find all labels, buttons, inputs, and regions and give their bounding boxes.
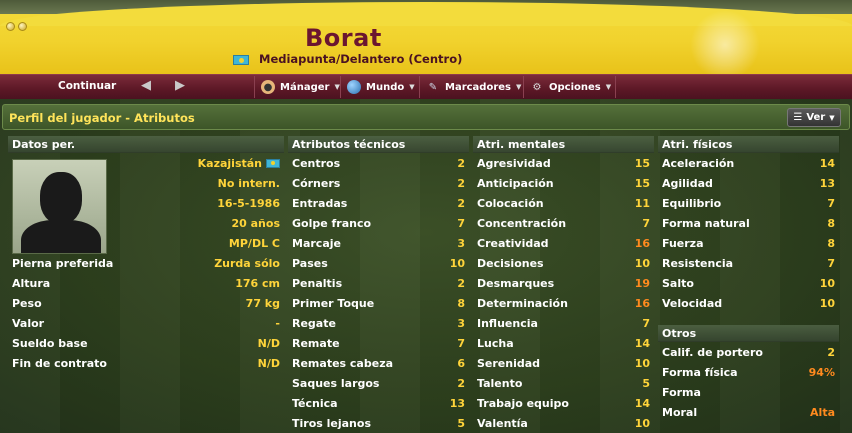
attribute-row: Decisiones 10 [477,256,650,270]
attribute-row: Regate 3 [292,316,465,330]
list-item: Pierna preferida Zurda sólo [12,256,280,270]
list-item: Sueldo base N/D [12,336,280,350]
menu-manager[interactable]: ● Mánager ▼ [254,76,346,98]
attribute-row: Técnica 13 [292,396,465,410]
player-photo-placeholder [12,159,107,254]
panel-title: Perfil del jugador - Atributos [9,111,195,125]
attribute-row: Centros 2 [292,156,465,170]
ver-button[interactable]: ☰ Ver ▼ [787,108,841,127]
attribute-row: Anticipación 15 [477,176,650,190]
attribute-row: Agresividad 15 [477,156,650,170]
manager-icon: ● [261,80,275,94]
menu-manager-label: Mánager [280,81,330,93]
window-controls [6,22,27,31]
toolbar-divider [615,76,625,98]
gears-icon: ⚙ [532,81,542,93]
mental-column: Atri. mentales Agresividad 15 Anticipació… [473,136,654,433]
arrow-left-icon[interactable]: ◀ [139,78,153,94]
attribute-row: Salto 10 [662,276,835,290]
list-item: Altura 176 cm [12,276,280,290]
list-item: Fin de contrato N/D [12,356,280,370]
age-value: 20 años [231,216,281,230]
attribute-row: Desmarques 19 [477,276,650,290]
attribute-row: Marcaje 3 [292,236,465,250]
menu-marcadores-label: Marcadores [445,81,512,93]
attribute-row: Resistencia 7 [662,256,835,270]
chevron-down-icon: ▼ [409,83,415,91]
attribute-row: Agilidad 13 [662,176,835,190]
attribute-row: Lucha 14 [477,336,650,350]
birthdate-value: 16-5-1986 [217,196,280,210]
mental-heading: Atri. mentales [473,136,654,153]
attribute-row: Forma natural 8 [662,216,835,230]
continue-button[interactable]: Continuar [58,80,116,92]
menu-mundo[interactable]: Mundo ▼ [340,76,421,98]
menu-marcadores[interactable]: ✎ Marcadores ▼ [419,76,527,98]
attribute-row: Colocación 11 [477,196,650,210]
player-name: Borat [305,24,382,52]
physical-heading: Atri. físicos [658,136,839,153]
attribute-row: Forma [662,385,701,399]
attribute-row: Determinación 16 [477,296,650,310]
ver-button-label: Ver [806,112,826,123]
attribute-row: Penaltis 2 [292,276,465,290]
menu-opciones-label: Opciones [549,81,601,93]
attribute-row: Velocidad 10 [662,296,835,310]
kazakhstan-flag-icon [233,55,249,65]
international-value: No intern. [217,176,280,190]
attribute-row: Fuerza 8 [662,236,835,250]
physical-column: Atri. físicos Aceleración 14 Agilidad 13 E… [658,136,839,422]
attribute-row: Córners 2 [292,176,465,190]
list-icon: ☰ [793,112,803,123]
technical-column: Atributos técnicos Centros 2 Córners 2 Ent… [288,136,469,433]
attribute-row: Valentía 10 [477,416,650,430]
panel-header: Perfil del jugador - Atributos ☰ Ver ▼ [2,104,850,130]
attribute-row: Talento 5 [477,376,650,390]
chevron-down-icon: ▼ [605,83,612,91]
attribute-row: Golpe franco 7 [292,216,465,230]
window-dot-icon[interactable] [18,22,27,31]
attribute-row: Forma física 94% [662,365,835,379]
attribute-row: Aceleración 14 [662,156,835,170]
attribute-row: Tiros lejanos 5 [292,416,465,430]
attribute-row: Entradas 2 [292,196,465,210]
attribute-row: Primer Toque 8 [292,296,465,310]
list-item: Peso 77 kg [12,296,280,310]
technical-heading: Atributos técnicos [288,136,469,153]
chevron-down-icon: ▼ [829,113,835,122]
personal-heading: Datos per. [8,136,284,153]
bookmark-icon: ✎ [428,81,438,93]
attribute-row: Saques largos 2 [292,376,465,390]
list-item: Valor - [12,316,280,330]
main-toolbar: Continuar ◀ ▶ ● Mánager ▼ Mundo ▼ ✎ Marc… [0,74,852,99]
kazakhstan-flag-icon [266,159,280,168]
others-heading: Otros [658,325,839,342]
attribute-row: Influencia 7 [477,316,650,330]
attribute-row: Serenidad 10 [477,356,650,370]
kazakhstan-sun-emblem [690,10,760,75]
menu-mundo-label: Mundo [366,81,405,93]
attribute-row: Creatividad 16 [477,236,650,250]
attribute-row: Trabajo equipo 14 [477,396,650,410]
menu-opciones[interactable]: ⚙ Opciones ▼ [523,76,617,98]
attribute-row: Concentración 7 [477,216,650,230]
attribute-row: Remates cabeza 6 [292,356,465,370]
chevron-down-icon: ▼ [516,83,522,91]
nationality-value[interactable]: Kazajistán [198,157,280,170]
attribute-row: Calif. de portero 2 [662,345,835,359]
arrow-right-icon[interactable]: ▶ [173,78,187,94]
attribute-row: Pases 10 [292,256,465,270]
window-dot-icon[interactable] [6,22,15,31]
personal-details: Pierna preferida Zurda sólo Altura 176 cm … [8,253,284,373]
header-banner: Borat Mediapunta/Delantero (Centro) [0,0,852,75]
player-position: Mediapunta/Delantero (Centro) [259,52,463,66]
attribute-row: Remate 7 [292,336,465,350]
attribute-row: Equilibrio 7 [662,196,835,210]
positions-value: MP/DL C [228,236,280,250]
attribute-row: Moral Alta [662,405,835,419]
globe-icon [347,80,361,94]
